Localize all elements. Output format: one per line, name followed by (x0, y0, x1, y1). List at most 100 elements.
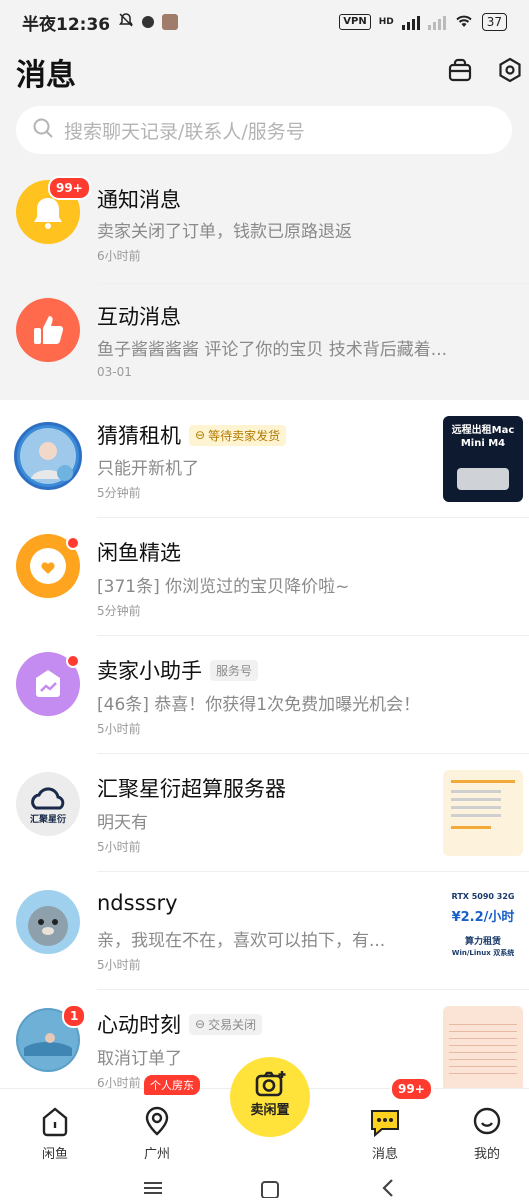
app-dot-icon (142, 16, 155, 28)
product-thumbnail (443, 770, 523, 856)
conversation-name: 汇聚星衍超算服务器 (97, 777, 286, 801)
conversation-time: 03-01 (97, 365, 132, 379)
wifi-icon (454, 13, 474, 32)
shop-logo-avatar: 汇聚星衍 (16, 772, 80, 836)
conversation-preview: 鱼子酱酱酱酱 评论了你的宝贝 技术背后藏着... (97, 340, 448, 360)
product-thumbnail: 远程出租Mac Mini M4 (443, 416, 523, 502)
unread-count-badge: 99+ (48, 176, 91, 200)
conversation-name: 闲鱼精选 (97, 541, 181, 565)
unread-dot (66, 654, 80, 668)
conversation-item[interactable]: 闲鱼精选 [371条] 你浏览过的宝贝降价啦~ 5分钟前 (0, 518, 529, 636)
conversation-item[interactable]: 汇聚星衍 汇聚星衍超算服务器 明天有 5小时前 (0, 754, 529, 872)
nav-home[interactable]: 闲鱼 (20, 1089, 90, 1169)
product-thumbnail: RTX 5090 32G ¥2.2/小时 算力租赁 Win/Linux 双系统 (443, 888, 523, 974)
search-bar-container: 搜索聊天记录/联系人/服务号 (0, 104, 529, 166)
smiley-icon (472, 1105, 502, 1141)
conversation-name: ndsssry (97, 891, 178, 915)
product-thumbnail (443, 1006, 523, 1092)
conversation-time: 5小时前 (97, 958, 141, 972)
mute-bell-icon (118, 12, 134, 33)
vpn-icon: VPN (339, 14, 371, 30)
conversation-item[interactable]: 卖家小助手 服务号 [46条] 恭喜！你获得1次免费加曝光机会！ 5小时前 (0, 636, 529, 754)
location-pin-icon (142, 1105, 172, 1141)
conversation-time: 5分钟前 (97, 604, 141, 618)
messages-unread-badge: 99+ (390, 1077, 433, 1101)
conversation-notifications[interactable]: 99+ 通知消息 卖家关闭了订单，钱款已原路退返 6小时前 (0, 166, 529, 284)
thumbnail-caption: Mini M4 (460, 438, 506, 449)
hd-label: HD (378, 17, 394, 27)
conversation-title-line: 猜猜租机 ⊖ 等待卖家发货 (97, 420, 287, 450)
camera-plus-icon (254, 1069, 286, 1103)
conversation-item[interactable]: 猜猜租机 ⊖ 等待卖家发货 只能开新机了 5分钟前 远程出租Mac Mini M… (0, 400, 529, 518)
signal-2-icon (427, 14, 446, 30)
conversation-preview: 只能开新机了 (97, 459, 199, 479)
nav-profile[interactable]: 我的 (452, 1089, 522, 1169)
page-header: 消息 (0, 44, 529, 104)
conversation-name: 卖家小助手 (97, 659, 202, 683)
clock-icon: ⊖ (195, 428, 206, 442)
nav-city[interactable]: 个人房东 广州 (122, 1075, 200, 1169)
home-square-icon[interactable] (260, 1180, 280, 1200)
avatar-logo-text: 汇聚星衍 (29, 815, 66, 825)
status-bar: 半夜12:36 VPN HD 37 (0, 0, 529, 44)
user-avatar (16, 890, 80, 954)
conversation-preview: 卖家关闭了订单，钱款已原路退返 (97, 222, 352, 242)
home-icon (40, 1105, 70, 1141)
conversation-time: 5分钟前 (97, 486, 141, 500)
conversation-preview: 明天有 (97, 813, 148, 833)
sell-item-button[interactable]: 卖闲置 (230, 1057, 310, 1137)
settings-gear-icon[interactable] (496, 56, 524, 84)
conversation-preview: [371条] 你浏览过的宝贝降价啦~ (97, 577, 350, 597)
search-placeholder: 搜索聊天记录/联系人/服务号 (64, 120, 305, 143)
conversation-interactions[interactable]: 互动消息 鱼子酱酱酱酱 评论了你的宝贝 技术背后藏着... 03-01 (0, 284, 529, 402)
order-status-tag: ⊖ 交易关闭 (189, 1013, 263, 1035)
bag-icon[interactable] (446, 56, 474, 84)
nav-label: 我的 (473, 1147, 500, 1162)
conversation-time: 5小时前 (97, 722, 141, 736)
search-input[interactable]: 搜索聊天记录/联系人/服务号 (16, 106, 512, 154)
closed-icon: ⊖ (195, 1017, 206, 1031)
thumbs-up-icon (16, 298, 80, 362)
signal-icon (401, 14, 420, 30)
thumbnail-caption: Win/Linux 双系统 (451, 949, 515, 957)
bottom-navigation: 闲鱼 个人房东 广州 卖闲置 99+ 消息 我的 (0, 1057, 529, 1169)
city-promo-badge: 个人房东 (144, 1075, 200, 1095)
nav-messages[interactable]: 99+ 消息 (350, 1077, 433, 1169)
menu-icon[interactable] (142, 1180, 164, 1200)
battery-icon: 37 (481, 13, 507, 31)
conversation-preview: 取消订单了 (97, 1049, 182, 1069)
nav-label: 卖闲置 (250, 1103, 290, 1118)
conversation-time: 5小时前 (97, 840, 141, 854)
conversation-name: 互动消息 (97, 305, 181, 329)
nav-label: 闲鱼 (41, 1147, 68, 1162)
conversation-time: 6小时前 (97, 249, 141, 263)
order-status-text: 等待卖家发货 (208, 428, 281, 443)
thumbnail-caption: 远程出租Mac (451, 425, 515, 436)
unread-dot (66, 536, 80, 550)
system-navigation-bar (0, 1168, 529, 1200)
conversation-title-line: 心动时刻 ⊖ 交易关闭 (97, 1009, 263, 1039)
unread-count-badge: 1 (62, 1004, 87, 1028)
conversation-title-line: 卖家小助手 服务号 (97, 655, 259, 685)
page-title: 消息 (16, 58, 76, 93)
mac-mini-image (457, 468, 509, 490)
conversation-item[interactable]: ndsssry 亲，我现在不在，喜欢可以拍下，有... 5小时前 RTX 509… (0, 872, 529, 990)
app-thumbnail-icon (162, 14, 179, 30)
conversation-name: 通知消息 (97, 188, 181, 212)
conversation-preview: [46条] 恭喜！你获得1次免费加曝光机会！ (97, 695, 421, 715)
service-account-tag: 服务号 (210, 659, 259, 681)
nav-label: 广州 (143, 1147, 170, 1162)
thumbnail-price: ¥2.2/小时 (451, 910, 515, 925)
back-chevron-icon[interactable] (380, 1178, 396, 1200)
order-status-tag: ⊖ 等待卖家发货 (189, 424, 287, 446)
nav-label: 消息 (371, 1147, 398, 1162)
conversation-name: 心动时刻 (97, 1013, 181, 1037)
chat-bubble-icon (368, 1105, 402, 1141)
user-avatar (14, 422, 82, 490)
status-time: 半夜12:36 (22, 14, 111, 35)
conversation-name: 猜猜租机 (97, 424, 181, 448)
thumbnail-caption: RTX 5090 32G (451, 892, 515, 901)
search-icon (32, 117, 54, 144)
thumbnail-caption: 算力租赁 (464, 937, 501, 947)
conversation-preview: 亲，我现在不在，喜欢可以拍下，有... (97, 931, 386, 951)
